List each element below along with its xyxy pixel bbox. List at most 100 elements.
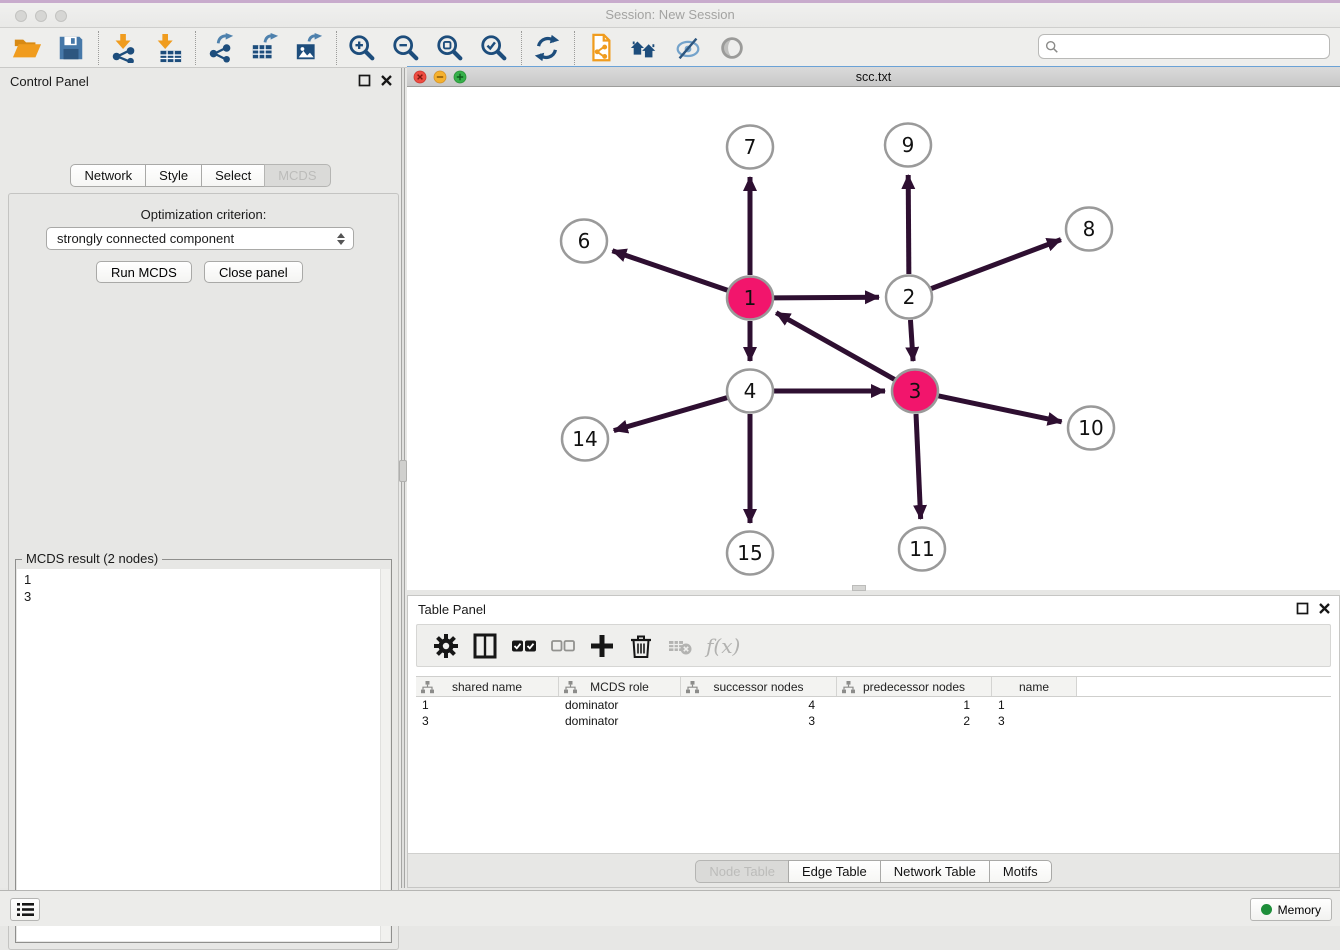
close-table-panel-icon[interactable]	[1318, 602, 1331, 615]
zoom-in-button[interactable]	[345, 31, 379, 65]
zoom-selected-button[interactable]	[477, 31, 511, 65]
close-panel-button[interactable]: Close panel	[204, 261, 303, 283]
edge-4-14[interactable]	[614, 397, 728, 430]
network-canvas[interactable]: 7 9 6 8 1 2 4 3 14 10 15 11	[407, 87, 1340, 590]
edge-2-9[interactable]	[908, 175, 909, 274]
column-header-name[interactable]: name	[992, 677, 1077, 696]
cell[interactable]: 1	[992, 697, 1077, 713]
node-15[interactable]: 15	[727, 532, 773, 575]
edge-1-6[interactable]	[612, 251, 728, 291]
edge-3-1[interactable]	[776, 313, 895, 380]
zoom-in-icon	[347, 33, 377, 63]
open-session-button[interactable]	[10, 31, 44, 65]
cell[interactable]: 1	[837, 697, 992, 713]
edge-3-11[interactable]	[916, 414, 921, 519]
export-table-button[interactable]	[248, 31, 282, 65]
node-table[interactable]: shared nameMCDS rolesuccessor nodesprede…	[416, 676, 1331, 848]
tab-select[interactable]: Select	[201, 164, 265, 187]
criterion-select[interactable]: strongly connected component	[46, 227, 354, 250]
tab-node-table[interactable]: Node Table	[695, 860, 789, 883]
tab-mcds[interactable]: MCDS	[264, 164, 330, 187]
svg-text:1: 1	[744, 286, 757, 310]
float-panel-icon[interactable]	[358, 74, 371, 87]
export-image-button[interactable]	[292, 31, 326, 65]
cell[interactable]: dominator	[559, 713, 681, 729]
destroy-network-view-button[interactable]	[627, 31, 661, 65]
splitter-handle[interactable]	[399, 460, 407, 482]
node-6[interactable]: 6	[561, 220, 607, 263]
show-graphics-details-button[interactable]	[715, 31, 749, 65]
apply-function-button[interactable]: f(x)	[706, 634, 740, 658]
svg-text:2: 2	[903, 285, 916, 309]
result-scrollbar[interactable]	[380, 569, 390, 941]
delete-table-button[interactable]	[665, 631, 695, 661]
column-header-predecessor-nodes[interactable]: predecessor nodes	[837, 677, 992, 696]
save-session-button[interactable]	[54, 31, 88, 65]
optimization-criterion-label: Optimization criterion:	[9, 207, 398, 222]
cell[interactable]: 1	[416, 697, 559, 713]
edge-2-8[interactable]	[931, 240, 1061, 289]
run-mcds-button[interactable]: Run MCDS	[96, 261, 192, 283]
cell[interactable]: dominator	[559, 697, 681, 713]
window-title: Session: New Session	[0, 7, 1340, 22]
task-history-button[interactable]	[10, 898, 40, 921]
deselect-all-rows-button[interactable]	[548, 631, 578, 661]
horizontal-splitter-handle[interactable]	[852, 585, 866, 591]
apply-layout-button[interactable]	[530, 31, 564, 65]
control-panel-tabs: NetworkStyleSelectMCDS	[70, 164, 330, 187]
column-header-shared-name[interactable]: shared name	[416, 677, 559, 696]
network-window-titlebar[interactable]: scc.txt	[407, 67, 1340, 87]
add-column-button[interactable]	[587, 631, 617, 661]
zoom-fit-button[interactable]	[433, 31, 467, 65]
node-7[interactable]: 7	[727, 126, 773, 169]
node-1[interactable]: 1	[727, 277, 773, 320]
column-selector-button[interactable]	[470, 631, 500, 661]
column-header-MCDS-role[interactable]: MCDS role	[559, 677, 681, 696]
tab-edge-table[interactable]: Edge Table	[788, 860, 881, 883]
edge-2-3[interactable]	[910, 320, 913, 361]
tab-style[interactable]: Style	[145, 164, 202, 187]
cell[interactable]: 3	[681, 713, 837, 729]
close-panel-icon[interactable]	[380, 74, 393, 87]
cell[interactable]: 2	[837, 713, 992, 729]
node-8[interactable]: 8	[1066, 208, 1112, 251]
clone-network-button[interactable]	[583, 31, 617, 65]
table-settings-button[interactable]	[431, 631, 461, 661]
delete-column-button[interactable]	[626, 631, 656, 661]
edge-1-2[interactable]	[773, 297, 879, 298]
hide-details-button[interactable]	[671, 31, 705, 65]
save-floppy-icon	[56, 33, 86, 63]
zoom-out-button[interactable]	[389, 31, 423, 65]
tab-network[interactable]: Network	[70, 164, 146, 187]
cell[interactable]: 3	[992, 713, 1077, 729]
table-row[interactable]: 3dominator323	[416, 713, 1331, 729]
node-9[interactable]: 9	[885, 124, 931, 167]
import-table-button[interactable]	[151, 31, 185, 65]
toolbar-separator	[521, 31, 522, 65]
cell[interactable]: 4	[681, 697, 837, 713]
node-2[interactable]: 2	[886, 276, 932, 319]
node-10[interactable]: 10	[1068, 407, 1114, 450]
search-input[interactable]	[1063, 36, 1329, 57]
search-box[interactable]	[1038, 34, 1330, 59]
svg-text:10: 10	[1078, 416, 1103, 440]
table-row[interactable]: 1dominator411	[416, 697, 1331, 713]
node-14[interactable]: 14	[562, 418, 608, 461]
select-all-rows-button[interactable]	[509, 631, 539, 661]
float-table-panel-icon[interactable]	[1296, 602, 1309, 615]
node-3[interactable]: 3	[892, 370, 938, 413]
tab-motifs[interactable]: Motifs	[989, 860, 1052, 883]
open-folder-icon	[12, 33, 42, 63]
edge-3-10[interactable]	[938, 396, 1062, 422]
mcds-result-text[interactable]: 1 3	[17, 569, 390, 941]
column-header-successor-nodes[interactable]: successor nodes	[681, 677, 837, 696]
table-panel: Table Panel f(x) shared nameMCDS rolesuc…	[407, 595, 1340, 888]
export-network-button[interactable]	[204, 31, 238, 65]
checked-boxes-icon	[511, 633, 537, 659]
cell[interactable]: 3	[416, 713, 559, 729]
node-4[interactable]: 4	[727, 370, 773, 413]
import-network-button[interactable]	[107, 31, 141, 65]
tab-network-table[interactable]: Network Table	[880, 860, 990, 883]
node-11[interactable]: 11	[899, 528, 945, 571]
memory-button[interactable]: Memory	[1250, 898, 1332, 921]
